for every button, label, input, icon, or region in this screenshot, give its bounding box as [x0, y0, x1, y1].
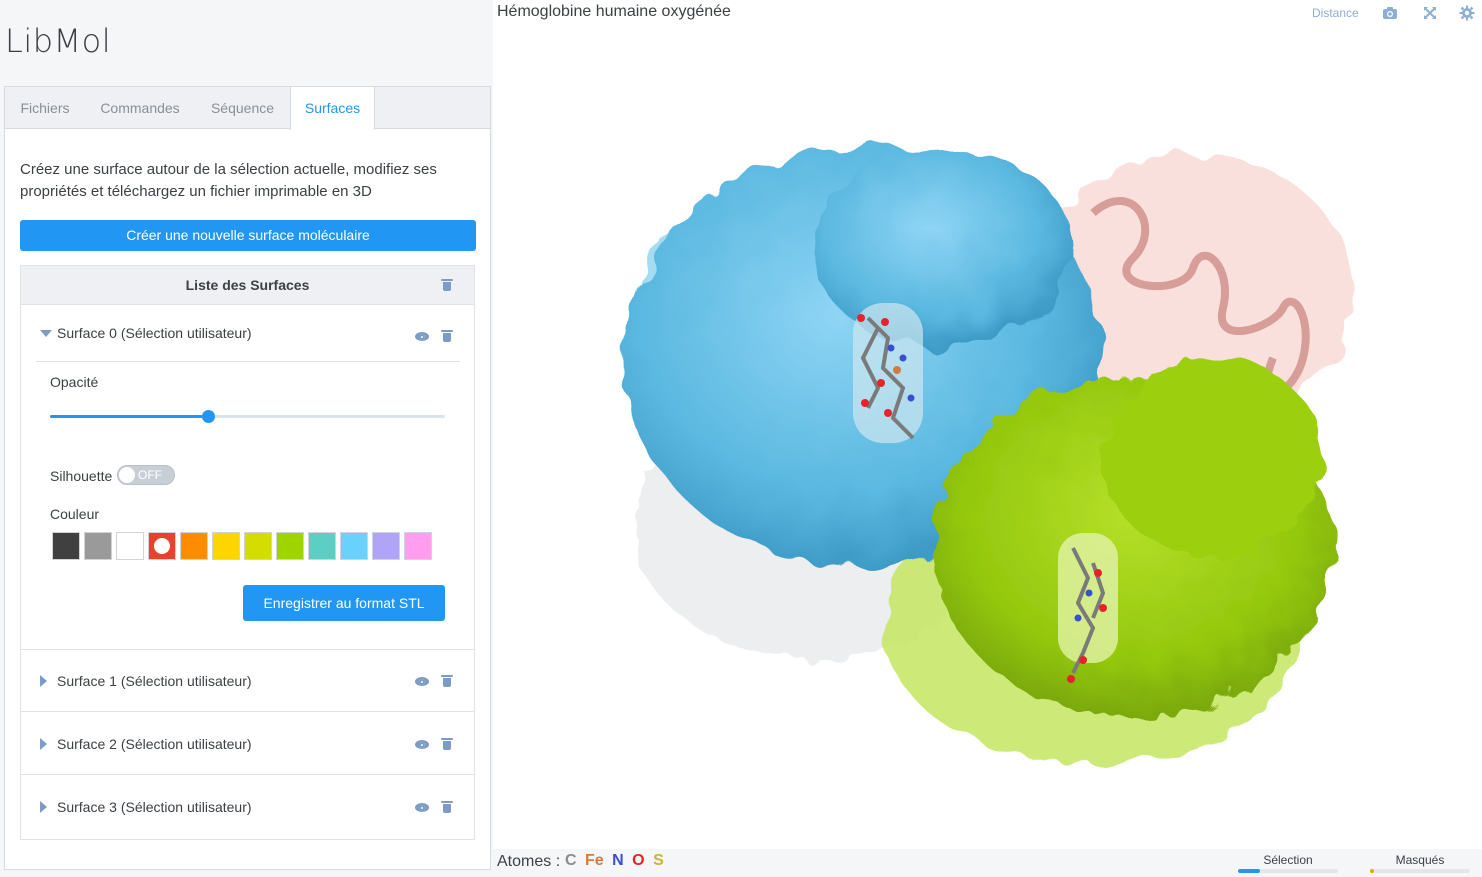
surface-item-label: Surface 3 (Sélection utilisateur) [57, 799, 252, 815]
camera-icon[interactable] [1382, 5, 1398, 21]
atom-legend: C Fe N O S [565, 852, 668, 870]
toggle-state-text: OFF [138, 468, 162, 482]
tab-commandes[interactable]: Commandes [85, 87, 195, 129]
surface-item-1[interactable]: Surface 1 (Sélection utilisateur) [21, 650, 474, 712]
atom-c[interactable]: C [565, 852, 577, 869]
masked-label: Masqués [1395, 853, 1445, 867]
opacity-slider-fill [50, 415, 208, 418]
atom-fe[interactable]: Fe [585, 852, 604, 869]
color-swatch-3[interactable] [148, 532, 176, 560]
surface-list-title: Liste des Surfaces [185, 277, 310, 293]
selection-bar-fill [1238, 869, 1260, 873]
delete-all-surfaces-icon[interactable] [441, 279, 453, 291]
eye-icon[interactable] [415, 740, 429, 749]
masked-bar [1370, 869, 1470, 873]
selection-label: Sélection [1263, 853, 1313, 867]
eye-icon[interactable] [415, 803, 429, 812]
surface-list-header: Liste des Surfaces [21, 266, 474, 305]
atom-n[interactable]: N [612, 852, 624, 869]
color-swatch-8[interactable] [308, 532, 336, 560]
color-swatch-11[interactable] [404, 532, 432, 560]
viewer-status-bar: Atomes : C Fe N O S Sélection Masqués [493, 849, 1482, 877]
trash-icon[interactable] [441, 330, 453, 342]
color-swatch-0[interactable] [52, 532, 80, 560]
surface-item-0: Surface 0 (Sélection utilisateur) Opacit… [21, 305, 474, 650]
color-swatch-7[interactable] [276, 532, 304, 560]
opacity-slider[interactable] [50, 410, 445, 423]
chevron-right-icon[interactable] [40, 675, 47, 687]
color-swatch-1[interactable] [84, 532, 112, 560]
molecule-title: Hémoglobine humaine oxygénée [497, 3, 731, 20]
silhouette-toggle[interactable]: OFF [117, 465, 175, 485]
atoms-label: Atomes : [497, 853, 561, 870]
surface-item-label: Surface 1 (Sélection utilisateur) [57, 673, 252, 689]
surface-list: Liste des Surfaces Surface 0 (Sélection … [20, 265, 475, 840]
color-swatch-9[interactable] [340, 532, 368, 560]
surface-item-2[interactable]: Surface 2 (Sélection utilisateur) [21, 713, 474, 775]
gear-icon[interactable] [1459, 5, 1475, 21]
color-swatch-10[interactable] [372, 532, 400, 560]
surfaces-intro-text: Créez une surface autour de la sélection… [20, 161, 437, 200]
tab-bar: Fichiers Commandes Séquence Surfaces [5, 87, 490, 130]
atom-s[interactable]: S [653, 852, 664, 869]
color-swatch-5[interactable] [212, 532, 240, 560]
molecule-render[interactable] [493, 28, 1482, 848]
color-swatch-4[interactable] [180, 532, 208, 560]
tab-sequence[interactable]: Séquence [195, 87, 290, 129]
atom-o[interactable]: O [632, 852, 644, 869]
molecule-viewer[interactable]: Hémoglobine humaine oxygénée Distance At… [493, 0, 1482, 877]
save-stl-button[interactable]: Enregistrer au format STL [243, 585, 445, 621]
opacity-slider-handle[interactable] [202, 410, 215, 423]
heme-ligand-top [853, 303, 923, 443]
color-swatch-6[interactable] [244, 532, 272, 560]
eye-icon[interactable] [415, 677, 429, 686]
masked-bar-fill [1370, 869, 1374, 873]
tab-surfaces[interactable]: Surfaces [290, 87, 375, 130]
chevron-right-icon[interactable] [40, 801, 47, 813]
toggle-knob [119, 467, 135, 483]
surface-item-0-header[interactable]: Surface 0 (Sélection utilisateur) [36, 305, 460, 362]
fullscreen-icon[interactable] [1422, 5, 1438, 21]
eye-icon[interactable] [415, 332, 429, 341]
selection-bar [1238, 869, 1338, 873]
color-label: Couleur [50, 506, 100, 522]
surface-item-label: Surface 0 (Sélection utilisateur) [57, 325, 252, 341]
trash-icon[interactable] [441, 801, 453, 813]
trash-icon[interactable] [441, 675, 453, 687]
tool-panel: Fichiers Commandes Séquence Surfaces Cré… [4, 86, 491, 870]
create-surface-button[interactable]: Créer une nouvelle surface moléculaire [20, 220, 476, 251]
silhouette-label: Silhouette [50, 468, 113, 484]
left-panel: LibMol Fichiers Commandes Séquence Surfa… [0, 0, 493, 877]
tab-fichiers[interactable]: Fichiers [5, 87, 85, 129]
opacity-label: Opacité [50, 374, 99, 390]
chevron-right-icon[interactable] [40, 738, 47, 750]
color-swatch-2[interactable] [116, 532, 144, 560]
app-logo: LibMol [5, 22, 112, 60]
surface-item-3[interactable]: Surface 3 (Sélection utilisateur) [21, 776, 474, 838]
distance-tool-button[interactable]: Distance [1312, 6, 1359, 20]
surface-item-label: Surface 2 (Sélection utilisateur) [57, 736, 252, 752]
chevron-down-icon[interactable] [40, 330, 52, 337]
trash-icon[interactable] [441, 738, 453, 750]
